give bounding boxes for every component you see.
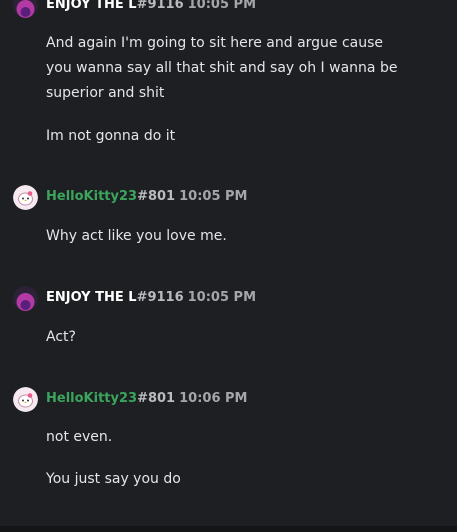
hello-kitty-avatar-icon — [13, 387, 38, 412]
username[interactable]: ENJOY THE L — [46, 290, 137, 305]
dark-pink-avatar-icon — [13, 286, 38, 311]
message-text: Why act like you love me. — [46, 228, 227, 244]
message-text: And again I'm going to sit here and argu… — [46, 35, 398, 101]
username[interactable]: ENJOY THE L — [46, 0, 137, 12]
dark-pink-avatar-icon — [13, 0, 38, 18]
message-header: ENJOY THE L#9116 10:05 PM — [46, 0, 256, 14]
timestamp: 10:05 PM — [187, 290, 257, 305]
discriminator: #9116 — [136, 290, 184, 305]
message-header: HelloKitty23#801 10:05 PM — [46, 188, 247, 206]
discriminator: #801 — [137, 189, 176, 204]
timestamp: 10:05 PM — [179, 189, 248, 204]
message-text: Im not gonna do it — [46, 128, 176, 144]
username[interactable]: HelloKitty23 — [46, 189, 137, 204]
username[interactable]: HelloKitty23 — [46, 391, 137, 406]
discriminator: #9116 — [136, 0, 184, 12]
timestamp: 10:06 PM — [179, 391, 248, 406]
avatar[interactable] — [13, 387, 38, 412]
message-text: not even. — [46, 429, 113, 445]
avatar[interactable] — [13, 286, 38, 311]
chat-messages: ENJOY THE L#9116 10:05 PM And again I'm g… — [0, 0, 457, 532]
discriminator: #801 — [137, 391, 176, 406]
avatar[interactable] — [13, 0, 38, 18]
avatar[interactable] — [13, 185, 38, 210]
message-text: You just say you do — [46, 471, 181, 487]
message-text: Act? — [46, 329, 76, 345]
message-header: ENJOY THE L#9116 10:05 PM — [46, 289, 256, 307]
message-header: HelloKitty23#801 10:06 PM — [46, 390, 247, 408]
timestamp: 10:05 PM — [187, 0, 257, 12]
hello-kitty-avatar-icon — [13, 185, 38, 210]
bottom-divider — [0, 526, 457, 532]
